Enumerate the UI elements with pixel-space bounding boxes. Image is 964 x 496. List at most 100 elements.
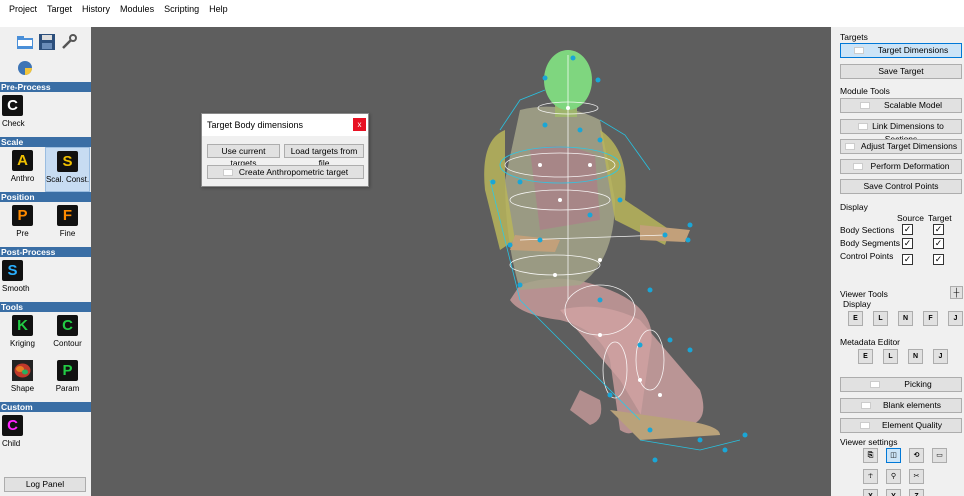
target-dimensions-label: Target Dimensions [877, 45, 949, 55]
menu-scripting[interactable]: Scripting [159, 3, 204, 16]
tool-smooth[interactable]: S Smooth [0, 257, 45, 302]
save-control-points-button[interactable]: Save Control Points [840, 179, 962, 194]
picking-label: Picking [904, 379, 932, 389]
display-joints-button[interactable]: J [948, 311, 963, 326]
control-points-target-checkbox[interactable]: ✓ [933, 254, 944, 265]
close-icon[interactable]: x [353, 118, 366, 131]
perform-deformation-button[interactable]: Perform Deformation [840, 159, 962, 174]
scalable-model-button[interactable]: Scalable Model [840, 98, 962, 113]
menu-modules[interactable]: Modules [115, 3, 159, 16]
metadata-joints-button[interactable]: J [933, 349, 948, 364]
tool-scaling-constraints[interactable]: S Scal. Const. [45, 147, 90, 192]
display-landmarks-button[interactable]: L [873, 311, 888, 326]
perspective-view-icon[interactable]: ◫ [886, 448, 901, 463]
color-swatch-icon [860, 422, 870, 430]
param-icon: P [57, 360, 78, 381]
body-segments-source-checkbox[interactable]: ✓ [902, 238, 913, 249]
section-position: Position [0, 192, 91, 202]
perform-deformation-label: Perform Deformation [870, 161, 950, 171]
use-current-targets-button[interactable]: Use current targets [207, 144, 280, 168]
element-quality-button[interactable]: Element Quality [840, 418, 962, 433]
pin-icon[interactable]: ┼ [950, 286, 963, 299]
tool-child[interactable]: C Child [0, 412, 45, 457]
tool-pre[interactable]: P Pre [0, 202, 45, 247]
tool-check[interactable]: C Check [0, 92, 45, 137]
viewer-tools-group-label: Viewer Tools [840, 289, 888, 299]
tool-anthro[interactable]: A Anthro [0, 147, 45, 192]
control-points-source-checkbox[interactable]: ✓ [902, 254, 913, 265]
source-column-header: Source [897, 213, 924, 223]
color-swatch-icon [859, 102, 870, 110]
metadata-nodes-button[interactable]: N [908, 349, 923, 364]
display-nodes-button[interactable]: N [898, 311, 913, 326]
tool-smooth-label: Smooth [2, 284, 30, 293]
log-panel-button[interactable]: Log Panel [4, 477, 86, 492]
blank-elements-label: Blank elements [882, 400, 942, 410]
fine-position-icon: F [57, 205, 78, 226]
blank-elements-button[interactable]: Blank elements [840, 398, 962, 413]
tool-param-label: Param [55, 384, 80, 393]
target-dimensions-button[interactable]: Target Dimensions [840, 43, 962, 58]
tool-kriging[interactable]: K Kriging [0, 312, 45, 357]
axis-z-button[interactable]: Z [909, 489, 924, 496]
save-icon[interactable] [38, 33, 56, 51]
child-icon: C [2, 415, 23, 436]
metadata-elements-button[interactable]: E [858, 349, 873, 364]
display-group-label: Display [840, 202, 868, 212]
pick-figure-icon[interactable]: ⚲ [886, 469, 901, 484]
color-swatch-icon [860, 402, 871, 410]
human-figure-icon[interactable]: ☥ [863, 469, 878, 484]
menu-project[interactable]: Project [4, 3, 42, 16]
body-segments-label: Body Segments [840, 238, 901, 248]
settings-wrench-icon[interactable] [60, 33, 78, 51]
display-elements-button[interactable]: E [848, 311, 863, 326]
reset-view-icon[interactable]: ⟲ [909, 448, 924, 463]
section-scale: Scale [0, 137, 91, 147]
tool-param[interactable]: P Param [45, 357, 90, 402]
menu-history[interactable]: History [77, 3, 115, 16]
targets-group-label: Targets [840, 32, 868, 42]
section-pre-process: Pre-Process [0, 82, 91, 92]
camera-mode-icon[interactable]: ⎘ [863, 448, 878, 463]
tool-fine[interactable]: F Fine [45, 202, 90, 247]
scalable-model-label: Scalable Model [883, 100, 943, 110]
tool-fine-label: Fine [59, 229, 76, 238]
axis-x-button[interactable]: X [863, 489, 878, 496]
body-sections-target-checkbox[interactable]: ✓ [933, 224, 944, 235]
menu-help[interactable]: Help [204, 3, 233, 16]
dialog-titlebar: Target Body dimensions x [202, 114, 368, 136]
load-targets-from-file-button[interactable]: Load targets from file [284, 144, 364, 168]
fit-screen-icon[interactable]: ▭ [932, 448, 947, 463]
body-sections-label: Body Sections [840, 225, 895, 235]
adjust-target-dimensions-label: Adjust Target Dimensions [860, 141, 958, 151]
body-sections-source-checkbox[interactable]: ✓ [902, 224, 913, 235]
metadata-landmarks-button[interactable]: L [883, 349, 898, 364]
axis-y-button[interactable]: Y [886, 489, 901, 496]
display-frames-button[interactable]: F [923, 311, 938, 326]
pre-position-icon: P [12, 205, 33, 226]
metadata-editor-group-label: Metadata Editor [840, 337, 901, 347]
3d-viewport[interactable] [91, 27, 831, 496]
open-folder-icon[interactable] [16, 33, 34, 51]
save-target-button[interactable]: Save Target [840, 64, 962, 79]
tool-anthro-label: Anthro [10, 174, 35, 183]
tool-shape[interactable]: Shape [0, 357, 45, 402]
anthro-icon: A [12, 150, 33, 171]
python-script-icon[interactable] [16, 59, 34, 77]
tool-scaling-constraints-label: Scal. Const. [45, 175, 90, 184]
adjust-target-dimensions-button[interactable]: Adjust Target Dimensions [840, 139, 962, 154]
create-anthropometric-target-button[interactable]: Create Anthropometric target [207, 165, 364, 179]
tool-pre-label: Pre [16, 229, 29, 238]
scissors-cut-icon[interactable]: ✂ [909, 469, 924, 484]
tool-contour[interactable]: C Contour [45, 312, 90, 357]
menu-bar: Project Target History Modules Scripting… [0, 0, 964, 27]
human-body-model [484, 50, 748, 463]
menu-target[interactable]: Target [42, 3, 77, 16]
link-dimensions-button[interactable]: Link Dimensions to Sections [840, 119, 962, 144]
section-custom: Custom [0, 402, 91, 412]
body-segments-target-checkbox[interactable]: ✓ [933, 238, 944, 249]
module-tools-group-label: Module Tools [840, 86, 890, 96]
section-tools: Tools [0, 302, 91, 312]
kriging-icon: K [12, 315, 33, 336]
picking-button[interactable]: Picking [840, 377, 962, 392]
